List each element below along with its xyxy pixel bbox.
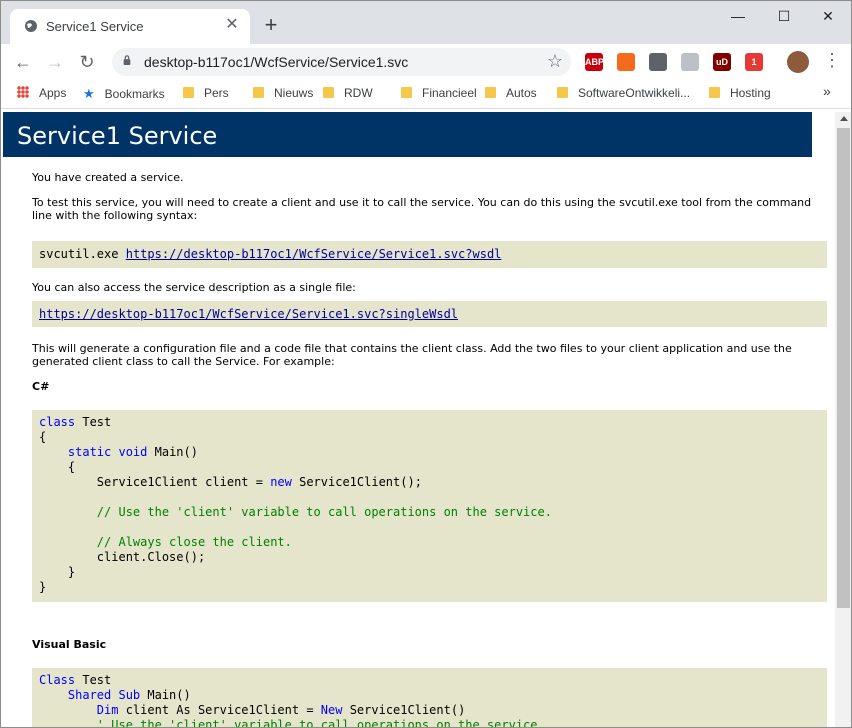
bookmark-label: Pers xyxy=(204,86,229,100)
bookmarks-overflow-button[interactable]: » xyxy=(823,83,831,99)
address-bar[interactable]: desktop-b117oc1/WcfService/Service1.svc … xyxy=(112,48,571,76)
profile-avatar[interactable] xyxy=(787,51,809,73)
instructions-text: To test this service, you will need to c… xyxy=(32,196,812,222)
ext3-extension-icon[interactable] xyxy=(649,53,667,71)
minimize-button[interactable]: — xyxy=(715,1,761,31)
browser-tab[interactable]: Service1 Service ✕ xyxy=(10,9,250,44)
new-tab-button[interactable]: + xyxy=(259,13,283,37)
tab-title: Service1 Service xyxy=(46,19,144,34)
vb-code-block: Class Test Shared Sub Main() Dim client … xyxy=(32,668,827,727)
abp-extension-icon[interactable]: ABP xyxy=(585,53,604,71)
intro-text: You have created a service. xyxy=(32,171,184,184)
bookmark-label: SoftwareOntwikkeli... xyxy=(578,86,691,100)
ext6-extension-icon[interactable]: 1 xyxy=(745,53,763,71)
lock-icon xyxy=(123,55,131,65)
page-title: Service1 Service xyxy=(3,112,812,157)
bookmark-label: RDW xyxy=(344,86,373,100)
url-text: desktop-b117oc1/WcfService/Service1.svc xyxy=(144,54,409,70)
bookmark-label: Autos xyxy=(506,86,537,100)
forward-button[interactable]: → xyxy=(43,50,67,74)
folder-icon xyxy=(709,87,720,98)
csharp-label: C# xyxy=(32,380,50,393)
bookmark-nieuws[interactable]: Nieuws xyxy=(253,86,313,100)
bookmarks-bar: Apps ★ Bookmarks Pers Nieuws RDW Financieel Aut… xyxy=(1,80,851,109)
svcutil-command: svcutil.exe xyxy=(39,247,119,261)
scroll-thumb[interactable] xyxy=(837,128,850,608)
maximize-button[interactable]: ☐ xyxy=(761,1,807,31)
single-wsdl-link[interactable]: https://desktop-b117oc1/WcfService/Servi… xyxy=(39,307,458,321)
folder-icon xyxy=(401,87,412,98)
bookmark-pers[interactable]: Pers xyxy=(183,86,229,100)
bookmark-label: Nieuws xyxy=(274,86,314,100)
single-file-text: You can also access the service descript… xyxy=(32,281,356,294)
single-wsdl-code-block: https://desktop-b117oc1/WcfService/Servi… xyxy=(32,301,827,327)
bookmark-rdw[interactable]: RDW xyxy=(323,86,373,100)
vb-label: Visual Basic xyxy=(32,638,107,651)
close-window-button[interactable]: ✕ xyxy=(805,1,851,31)
folder-icon xyxy=(253,87,264,98)
ext2-extension-icon[interactable] xyxy=(617,53,635,71)
bookmark-softwareontwikkeli[interactable]: SoftwareOntwikkeli... xyxy=(557,86,690,100)
tab-close-icon[interactable]: ✕ xyxy=(222,15,242,35)
scroll-up-arrow-icon[interactable] xyxy=(840,116,848,121)
csharp-code-block: class Test { static void Main() { Servic… xyxy=(32,410,827,602)
bookmark-apps[interactable]: Apps xyxy=(17,86,66,100)
bookmark-bookmarks[interactable]: ★ Bookmarks xyxy=(83,86,165,102)
ext4-extension-icon[interactable] xyxy=(681,53,699,71)
bookmark-label: Hosting xyxy=(730,86,771,100)
bookmark-label: Bookmarks xyxy=(104,87,165,101)
bookmark-label: Financieel xyxy=(422,86,477,100)
globe-icon xyxy=(25,20,37,32)
apps-icon xyxy=(17,86,29,98)
browser-toolbar: ← → ↻ desktop-b117oc1/WcfService/Service… xyxy=(1,44,851,80)
generate-text: This will generate a configuration file … xyxy=(32,342,792,368)
bookmark-star-icon[interactable]: ☆ xyxy=(547,51,563,72)
back-button[interactable]: ← xyxy=(11,50,35,74)
folder-icon xyxy=(323,87,334,98)
folder-icon xyxy=(183,87,194,98)
bookmark-autos[interactable]: Autos xyxy=(485,86,537,100)
star-icon: ★ xyxy=(83,86,95,101)
reload-button[interactable]: ↻ xyxy=(75,50,99,74)
wsdl-link[interactable]: https://desktop-b117oc1/WcfService/Servi… xyxy=(126,247,502,261)
title-bar: Service1 Service ✕ + — ☐ ✕ xyxy=(1,1,851,44)
svcutil-code-block: svcutil.exe https://desktop-b117oc1/WcfS… xyxy=(32,241,827,268)
bookmark-label: Apps xyxy=(39,86,67,100)
bookmark-financieel[interactable]: Financieel xyxy=(401,86,477,100)
vertical-scrollbar[interactable] xyxy=(835,112,851,727)
folder-icon xyxy=(485,87,496,98)
menu-icon[interactable]: ⋮ xyxy=(823,50,841,71)
browser-window: Service1 Service ✕ + — ☐ ✕ ← → ↻ desktop… xyxy=(0,0,852,728)
ublock-extension-icon[interactable]: uD xyxy=(713,53,731,71)
bookmark-hosting[interactable]: Hosting xyxy=(709,86,771,100)
folder-icon xyxy=(557,87,568,98)
page-content: Service1 Service You have created a serv… xyxy=(1,112,835,727)
